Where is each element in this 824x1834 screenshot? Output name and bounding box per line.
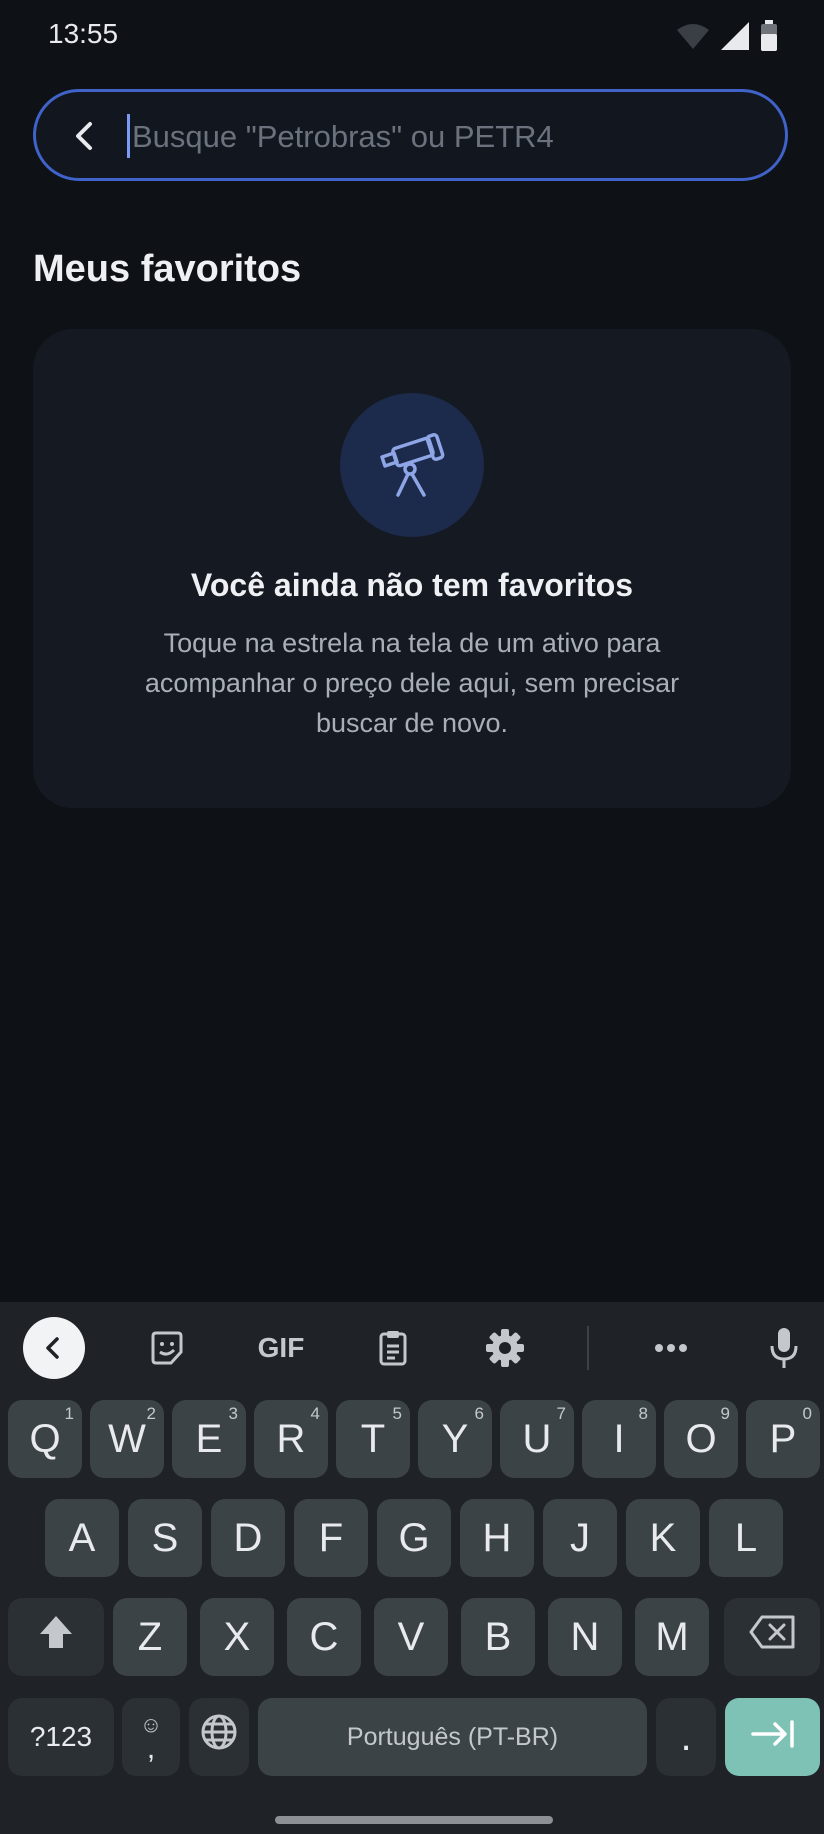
key-b[interactable]: B: [461, 1598, 535, 1676]
battery-icon: [760, 20, 778, 57]
signal-icon: [720, 21, 750, 56]
key-hint: 8: [638, 1404, 648, 1423]
space-key[interactable]: Português (PT-BR): [258, 1698, 647, 1776]
key-j[interactable]: J: [543, 1499, 617, 1577]
empty-favorites-card: Você ainda não tem favoritos Toque na es…: [33, 329, 791, 808]
key-hint: 2: [146, 1404, 156, 1423]
key-label: I: [613, 1416, 625, 1461]
key-a[interactable]: A: [45, 1499, 119, 1577]
key-f[interactable]: F: [294, 1499, 368, 1577]
key-label: Q: [29, 1416, 61, 1461]
enter-key[interactable]: [725, 1698, 820, 1776]
key-h[interactable]: H: [460, 1499, 534, 1577]
key-label: Y: [441, 1416, 469, 1461]
key-w[interactable]: W2: [90, 1400, 164, 1478]
symbols-key[interactable]: ?123: [8, 1698, 114, 1776]
key-label: R: [276, 1416, 306, 1461]
key-g[interactable]: G: [377, 1499, 451, 1577]
mic-icon[interactable]: [760, 1324, 808, 1372]
section-title: Meus favoritos: [33, 248, 302, 290]
key-z[interactable]: Z: [113, 1598, 187, 1676]
key-d[interactable]: D: [211, 1499, 285, 1577]
key-label: P: [769, 1416, 797, 1461]
gear-icon[interactable]: [481, 1324, 529, 1372]
telescope-icon-container: [340, 393, 484, 537]
emoji-comma-key[interactable]: ☺ ,: [122, 1698, 180, 1776]
wifi-icon: [676, 22, 710, 55]
key-x[interactable]: X: [200, 1598, 274, 1676]
search-input[interactable]: [130, 106, 754, 168]
key-hint: 4: [310, 1404, 320, 1423]
key-v[interactable]: V: [374, 1598, 448, 1676]
keyboard: GIF Q1 W2 E3 R4 T5 Y6 U7 I8 O9 P0 A S D …: [0, 1302, 824, 1834]
status-icons: [676, 20, 778, 57]
home-indicator[interactable]: [275, 1816, 553, 1824]
toolbar-divider: [587, 1326, 589, 1370]
back-icon[interactable]: [68, 118, 104, 154]
key-label: W: [108, 1416, 146, 1461]
key-r[interactable]: R4: [254, 1400, 328, 1478]
key-p[interactable]: P0: [746, 1400, 820, 1478]
key-y[interactable]: Y6: [418, 1400, 492, 1478]
key-o[interactable]: O9: [664, 1400, 738, 1478]
status-time: 13:55: [48, 18, 119, 49]
clipboard-icon[interactable]: [369, 1324, 417, 1372]
globe-key[interactable]: [189, 1698, 249, 1776]
key-s[interactable]: S: [128, 1499, 202, 1577]
key-m[interactable]: M: [635, 1598, 709, 1676]
key-e[interactable]: E3: [172, 1400, 246, 1478]
shift-icon: [36, 1612, 76, 1662]
keyboard-toolbar: GIF: [0, 1302, 824, 1392]
empty-state-description: Toque na estrela na tela de um ativo par…: [144, 628, 680, 738]
shift-key[interactable]: [8, 1598, 104, 1676]
key-hint: 7: [556, 1404, 566, 1423]
key-hint: 6: [474, 1404, 484, 1423]
key-u[interactable]: U7: [500, 1400, 574, 1478]
gif-icon[interactable]: GIF: [252, 1324, 310, 1372]
key-t[interactable]: T5: [336, 1400, 410, 1478]
key-i[interactable]: I8: [582, 1400, 656, 1478]
backspace-icon: [748, 1614, 796, 1660]
period-key[interactable]: .: [656, 1698, 716, 1776]
key-q[interactable]: Q1: [8, 1400, 82, 1478]
key-hint: 3: [228, 1404, 238, 1423]
key-hint: 5: [392, 1404, 402, 1423]
key-c[interactable]: C: [287, 1598, 361, 1676]
key-label: O: [685, 1416, 717, 1461]
key-l[interactable]: L: [709, 1499, 783, 1577]
more-icon[interactable]: [647, 1324, 695, 1372]
status-bar: 13:55: [0, 0, 824, 72]
key-label: U: [522, 1416, 552, 1461]
empty-state-title: Você ainda não tem favoritos: [190, 567, 634, 603]
tab-arrow-icon: [749, 1715, 797, 1760]
globe-icon: [200, 1713, 238, 1761]
key-n[interactable]: N: [548, 1598, 622, 1676]
key-hint: 9: [720, 1404, 730, 1423]
search-bar[interactable]: [33, 89, 788, 181]
key-label: T: [360, 1416, 386, 1461]
key-label: E: [195, 1416, 223, 1461]
comma-label: ,: [146, 1732, 156, 1765]
key-hint: 0: [802, 1404, 812, 1423]
sticker-icon[interactable]: [143, 1324, 191, 1372]
key-k[interactable]: K: [626, 1499, 700, 1577]
backspace-key[interactable]: [724, 1598, 820, 1676]
chevron-left-icon[interactable]: [23, 1317, 85, 1379]
key-hint: 1: [64, 1404, 74, 1423]
